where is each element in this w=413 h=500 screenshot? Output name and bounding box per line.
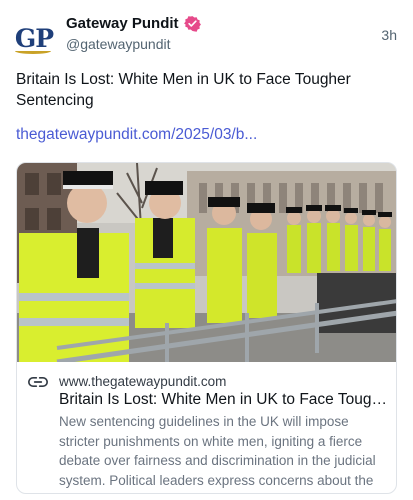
author-name-row: Gateway Pundit — [66, 15, 201, 32]
handle[interactable]: @gatewaypundit — [66, 36, 171, 52]
timestamp[interactable]: 3h — [381, 27, 397, 43]
card-description: New sentencing guidelines in the UK will… — [59, 414, 376, 488]
post[interactable]: GP Gateway Pundit @gatewaypundit 3h Brit… — [0, 0, 413, 500]
avatar-swoosh — [15, 48, 51, 54]
card-domain: www.thegatewaypundit.com — [59, 374, 227, 389]
verified-badge-icon — [183, 16, 201, 32]
link-icon — [28, 377, 48, 387]
display-name[interactable]: Gateway Pundit — [66, 15, 179, 32]
card-body[interactable]: www.thegatewaypundit.com Britain Is Lost… — [17, 363, 396, 493]
post-link[interactable]: thegatewaypundit.com/2025/03/b... — [16, 126, 257, 144]
link-preview-card[interactable]: www.thegatewaypundit.com Britain Is Lost… — [16, 162, 397, 494]
card-image[interactable] — [17, 163, 397, 362]
card-title[interactable]: Britain Is Lost: White Men in UK to Face… — [59, 391, 389, 409]
post-text: Britain Is Lost: White Men in UK to Face… — [16, 71, 351, 109]
avatar[interactable]: GP — [14, 18, 54, 58]
